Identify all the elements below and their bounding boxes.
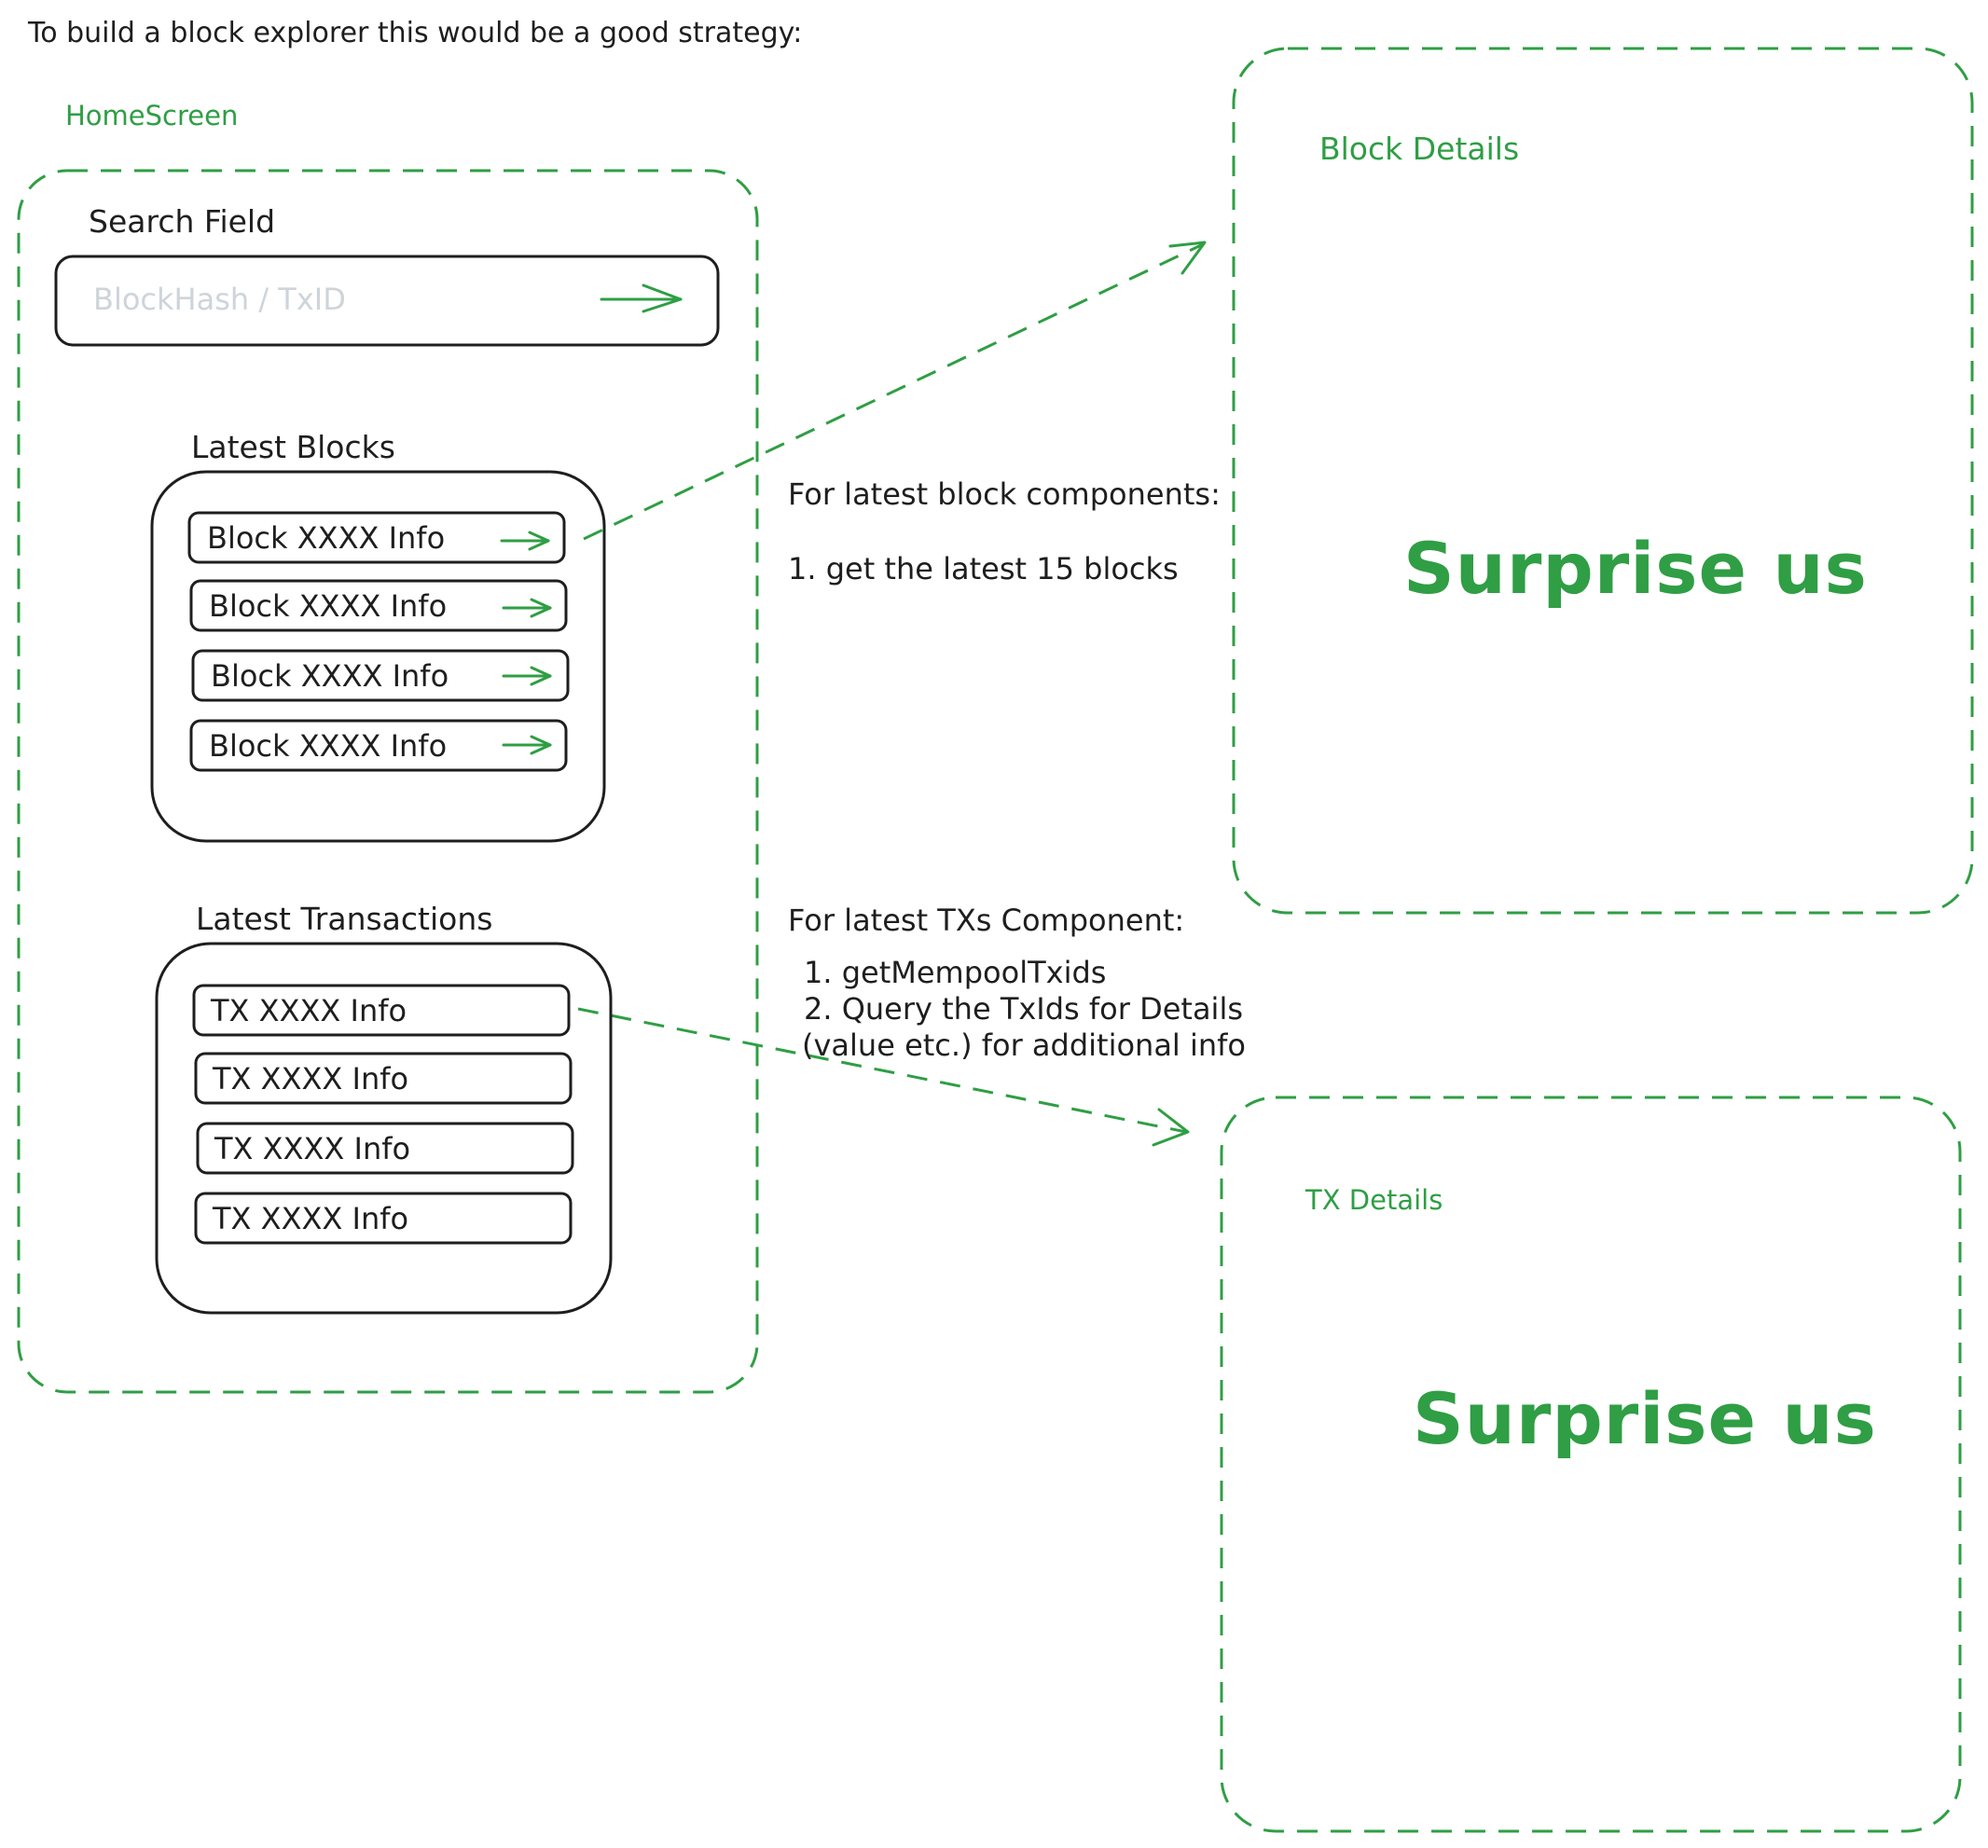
block-details-frame	[1232, 47, 1974, 915]
block-details-label: Block Details	[1319, 131, 1520, 167]
search-input-placeholder[interactable]: BlockHash / TxID	[93, 282, 346, 317]
arrow-right-icon[interactable]	[500, 531, 550, 551]
txs-note-step2: 2. Query the TxIds for Details	[804, 991, 1243, 1027]
blocks-note-title: For latest block components:	[788, 476, 1221, 512]
tx-row-label: TX XXXX Info	[211, 993, 407, 1028]
arrow-head-txs-icon	[1152, 1108, 1190, 1147]
latest-transactions-label: Latest Transactions	[196, 901, 493, 937]
homescreen-label: HomeScreen	[65, 100, 239, 131]
blocks-note-step1: 1. get the latest 15 blocks	[788, 551, 1179, 586]
intro-text: To build a block explorer this would be …	[28, 17, 803, 49]
latest-blocks-label: Latest Blocks	[191, 429, 395, 465]
txs-note-title: For latest TXs Component:	[788, 903, 1185, 938]
tx-row-label: TX XXXX Info	[213, 1061, 409, 1096]
block-details-content: Surprise us	[1403, 527, 1868, 610]
block-row-label: Block XXXX Info	[211, 658, 449, 694]
tx-row-label: TX XXXX Info	[214, 1131, 411, 1166]
arrow-right-icon[interactable]	[502, 666, 552, 686]
search-field-label: Search Field	[89, 203, 276, 240]
block-row-label: Block XXXX Info	[209, 588, 448, 624]
block-row-label: Block XXXX Info	[209, 728, 448, 764]
tx-details-label: TX Details	[1305, 1184, 1443, 1216]
txs-note-step2-cont: (value etc.) for additional info	[802, 1027, 1246, 1063]
txs-note-step1: 1. getMempoolTxids	[804, 955, 1107, 990]
arrow-right-icon[interactable]	[502, 735, 552, 755]
tx-row-label: TX XXXX Info	[213, 1201, 409, 1236]
search-submit-icon[interactable]	[600, 283, 683, 313]
block-row-label: Block XXXX Info	[207, 520, 446, 556]
tx-details-content: Surprise us	[1413, 1377, 1877, 1460]
arrow-right-icon[interactable]	[502, 598, 552, 618]
